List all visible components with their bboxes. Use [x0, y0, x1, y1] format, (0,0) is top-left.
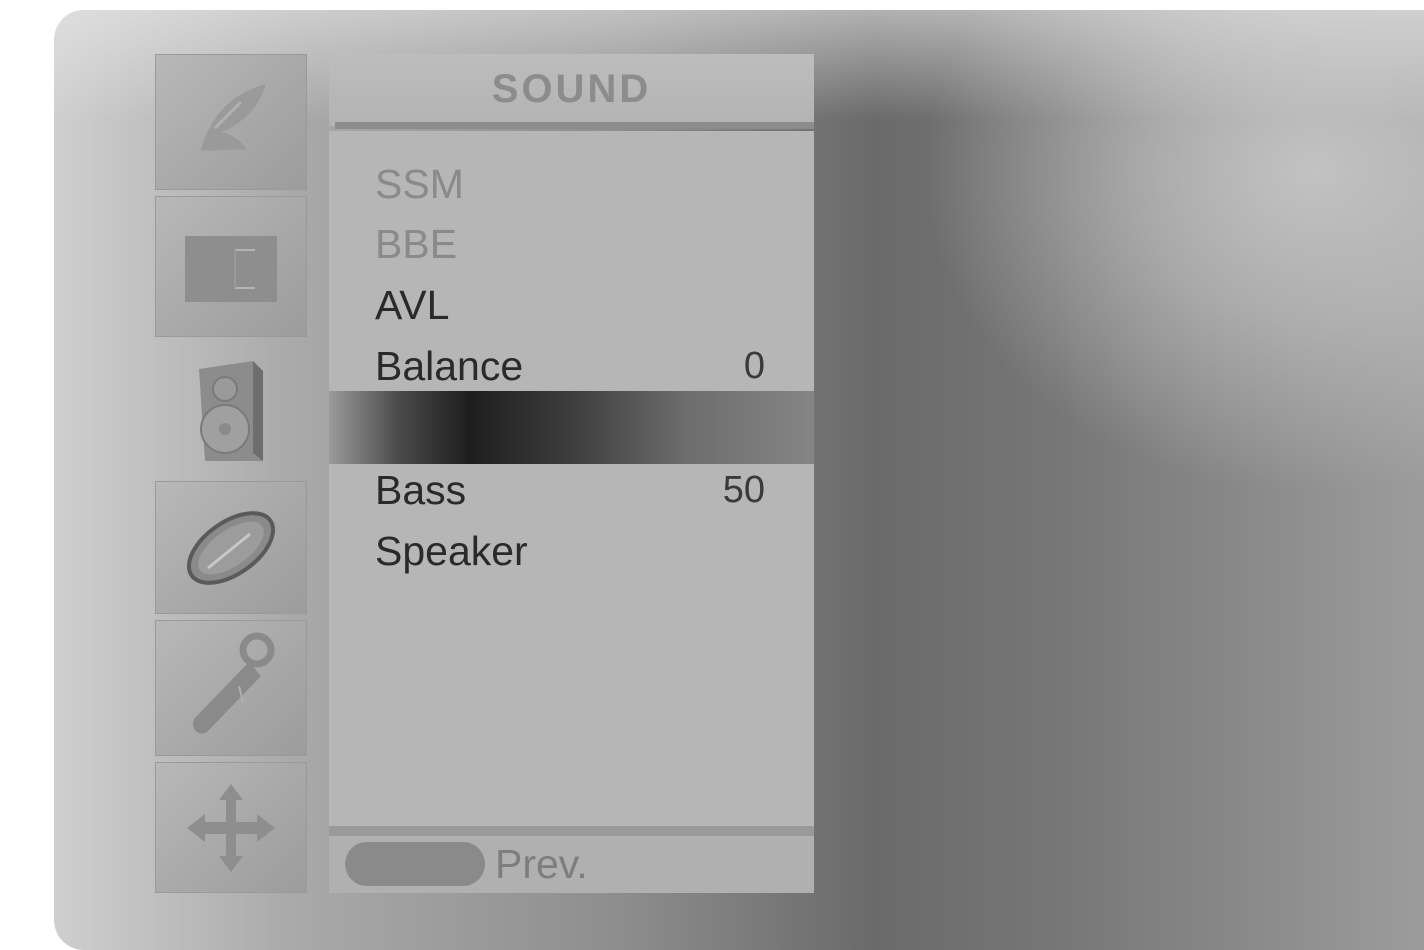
menu-item-bass[interactable]: Bass 50: [375, 466, 765, 514]
menu-item-label: Speaker: [375, 528, 528, 574]
menu-item-bbe[interactable]: BBE: [375, 220, 765, 268]
sidebar-item-time[interactable]: [155, 481, 307, 614]
menu-item-label: SSM: [375, 161, 464, 207]
menu-title: SOUND: [491, 67, 652, 111]
menu-item-label: BBE: [375, 221, 458, 267]
sidebar-item-option[interactable]: [155, 620, 307, 756]
option-icon: [192, 632, 275, 734]
sidebar-item-sound[interactable]: [155, 343, 307, 475]
menu-item-value: 0: [743, 345, 765, 387]
menu-item-label: AVL: [375, 282, 450, 328]
footer-divider: [329, 826, 814, 836]
menu-item-ssm[interactable]: SSM: [375, 160, 765, 208]
menu-button-icon[interactable]: [345, 842, 485, 886]
picture-icon: [185, 235, 277, 302]
menu-item-label: Bass: [375, 467, 467, 513]
menu-header-divider: [335, 122, 814, 129]
tv-screen: SOUND SSM BBE AVL Balance 0 Bass 50 Spea…: [54, 10, 1424, 950]
menu-item-balance[interactable]: Balance 0: [375, 342, 765, 390]
sidebar-item-screen[interactable]: [155, 762, 307, 893]
time-icon: [186, 510, 276, 585]
screen-icon: [187, 783, 275, 872]
station-icon: [201, 84, 266, 151]
menu-item-value: 50: [722, 469, 765, 511]
sidebar-item-picture[interactable]: [155, 196, 307, 337]
menu-panel-lower: [329, 464, 814, 826]
menu-header: SOUND: [329, 54, 814, 126]
sound-icon: [199, 361, 263, 461]
sidebar-item-station[interactable]: [155, 54, 307, 190]
menu-item-speaker[interactable]: Speaker: [375, 527, 765, 575]
menu-item-selected[interactable]: [329, 391, 814, 464]
menu-footer: Prev.: [329, 836, 814, 893]
prev-label: Prev.: [495, 841, 588, 887]
menu-item-avl[interactable]: AVL: [375, 281, 765, 329]
menu-item-label: Balance: [375, 343, 524, 389]
